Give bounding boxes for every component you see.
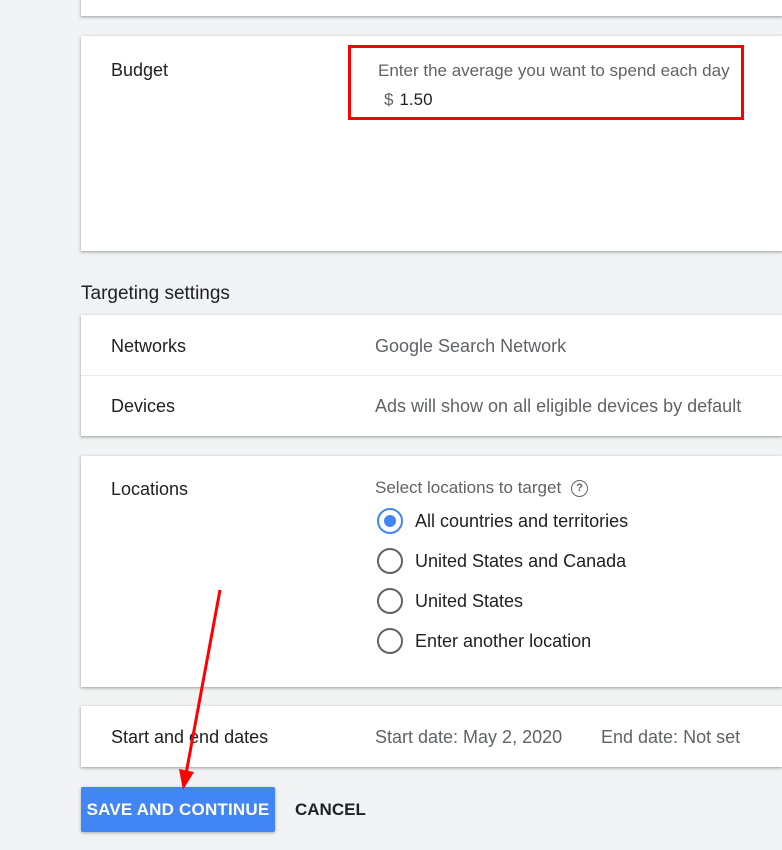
locations-prompt-text: Select locations to target — [375, 478, 562, 497]
budget-label: Budget — [111, 60, 169, 80]
radio-unselected-icon[interactable] — [377, 628, 403, 654]
save-and-continue-button[interactable]: SAVE AND CONTINUE — [81, 787, 275, 832]
end-date-value: End date: Not set — [601, 727, 741, 747]
networks-value: Google Search Network — [375, 336, 567, 356]
budget-highlight-box: Enter the average you want to spend each… — [348, 45, 744, 120]
location-option-us-canada[interactable]: United States and Canada — [377, 548, 626, 574]
radio-unselected-icon[interactable] — [377, 588, 403, 614]
budget-value: 1.50 — [399, 90, 433, 109]
help-icon[interactable]: ? — [571, 479, 589, 497]
devices-label: Devices — [111, 396, 176, 416]
radio-unselected-icon[interactable] — [377, 548, 403, 574]
location-option-label: United States and Canada — [415, 550, 627, 571]
cancel-button[interactable]: CANCEL — [295, 787, 366, 832]
dates-label: Start and end dates — [111, 727, 269, 747]
locations-card: Locations Select locations to target ? A… — [81, 456, 782, 687]
targeting-card: Networks Google Search Network Devices A… — [81, 315, 782, 436]
previous-section-card — [81, 0, 782, 16]
locations-label: Locations — [111, 479, 189, 499]
budget-input[interactable]: $1.50 — [384, 90, 433, 110]
location-option-label: All countries and territories — [415, 510, 629, 531]
location-option-label: United States — [415, 590, 524, 611]
targeting-settings-title: Targeting settings — [81, 283, 230, 304]
location-option-label: Enter another location — [415, 630, 592, 651]
start-date-value: Start date: May 2, 2020 — [375, 727, 563, 747]
location-option-all-countries[interactable]: All countries and territories — [377, 508, 628, 534]
currency-symbol: $ — [384, 90, 394, 109]
location-option-another[interactable]: Enter another location — [377, 628, 591, 654]
networks-label: Networks — [111, 336, 187, 356]
radio-selected-icon[interactable] — [377, 508, 403, 534]
budget-hint: Enter the average you want to spend each… — [378, 61, 730, 80]
location-option-us[interactable]: United States — [377, 588, 523, 614]
dates-card[interactable]: Start and end dates Start date: May 2, 2… — [81, 706, 782, 767]
devices-value: Ads will show on all eligible devices by… — [375, 396, 742, 416]
budget-card: Budget Enter the average you want to spe… — [81, 36, 782, 251]
locations-prompt: Select locations to target ? — [375, 478, 589, 498]
row-divider — [81, 375, 782, 376]
